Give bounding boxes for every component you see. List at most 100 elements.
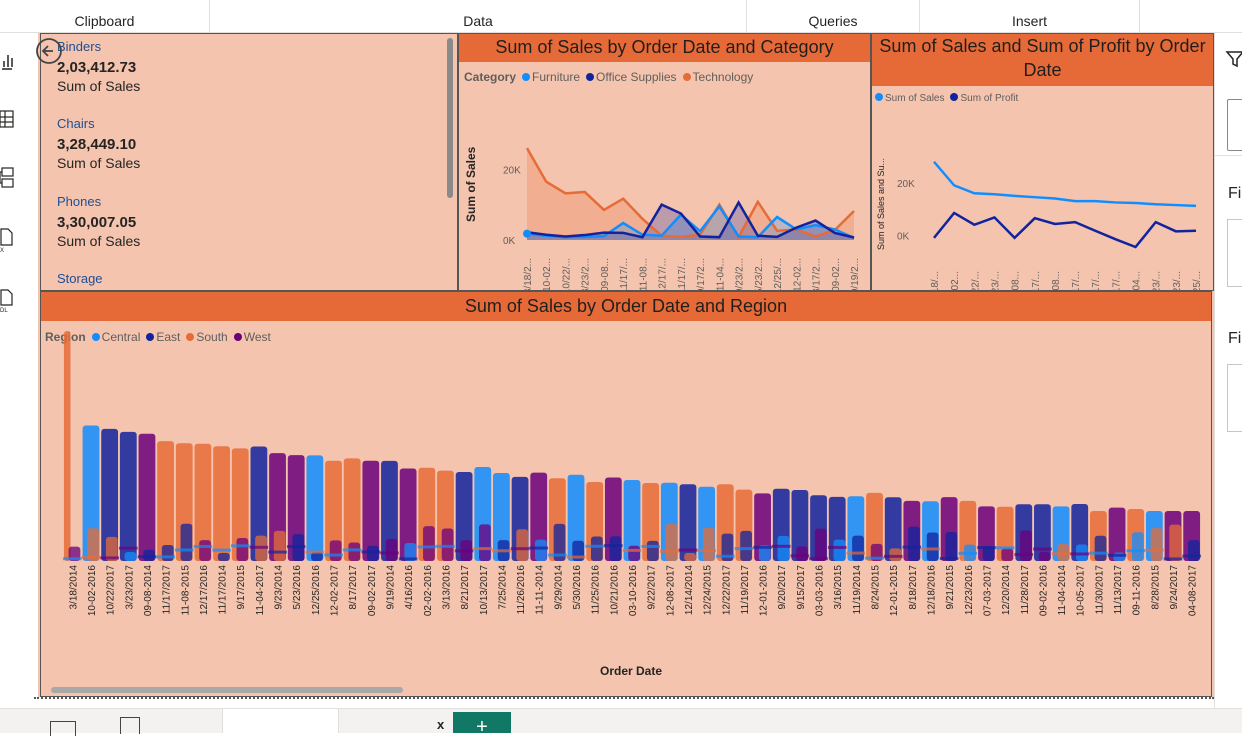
filter-well[interactable]: [1227, 219, 1242, 287]
add-page-button[interactable]: +: [453, 712, 511, 738]
area-band: [771, 544, 791, 548]
area-band: [118, 546, 138, 550]
area-band: [398, 557, 418, 561]
area-band: [193, 544, 213, 548]
dax-query-icon[interactable]: X: [0, 228, 13, 254]
area-band: [516, 529, 529, 561]
tmdl-view-icon[interactable]: DL: [0, 289, 13, 313]
x-tick-label: 9/22/2017: [647, 565, 658, 610]
area-band: [753, 545, 772, 549]
area-band: [311, 552, 323, 561]
x-tick-label: 5/30/2016: [572, 565, 583, 610]
x-tick-label: 9/21/2015: [945, 565, 956, 610]
back-arrow-icon[interactable]: [34, 36, 64, 66]
area-band: [119, 431, 137, 561]
x-tick-label: 11-08-2015: [180, 565, 191, 616]
x-tick-label: 09-08...: [600, 258, 611, 292]
series-line: [933, 211, 1197, 249]
x-tick-label: 10/22/...: [561, 258, 572, 292]
x-tick-label: 9/23/2...: [735, 258, 746, 292]
area-band: [659, 549, 679, 553]
area-band: [473, 547, 493, 551]
area-band: [846, 551, 866, 555]
area-band: [628, 545, 641, 561]
category-area-chart[interactable]: Sum of Sales by Order Date and Category …: [458, 33, 871, 292]
filters-pane: Fi Fi: [1214, 33, 1242, 708]
x-tick-label: 11/17/2014: [218, 565, 229, 615]
chart-plot: 0K 20K Sum of Sales and Su... 3/18/... 10-02…: [876, 158, 1203, 292]
area-band: [213, 446, 230, 561]
area-band: [809, 557, 828, 561]
area-band: [777, 535, 790, 561]
x-tick-label: 3/23/2...: [581, 258, 592, 292]
card-label: Sum of Sales: [57, 155, 141, 171]
page-nav-button[interactable]: [120, 717, 140, 734]
x-tick-label: 12/22/2017: [721, 565, 732, 615]
area-band: [380, 551, 399, 555]
card-category: Storage: [57, 271, 103, 286]
area-band: [1169, 524, 1182, 561]
model-view-icon[interactable]: [0, 167, 14, 188]
multi-row-card[interactable]: Binders 2,03,412.73 Sum of Sales Chairs …: [40, 33, 458, 291]
sales-profit-line-chart[interactable]: Sum of Sales and Sum of Profit by Order …: [871, 33, 1214, 292]
table-view-icon[interactable]: [0, 110, 14, 128]
y-tick-label: 20K: [503, 165, 521, 176]
area-band: [1145, 548, 1164, 552]
area-band: [902, 545, 922, 549]
x-tick-label: 9/17/2...: [696, 258, 707, 292]
x-tick-label: 12/17/...: [658, 258, 669, 292]
area-band: [236, 538, 249, 561]
x-tick-label: 3/23/2017: [124, 565, 135, 610]
y-tick-label: 0K: [503, 236, 516, 247]
area-band: [590, 536, 603, 561]
area-band: [740, 530, 752, 561]
area-band: [609, 536, 622, 561]
area-band: [814, 528, 827, 561]
area-band: [883, 554, 903, 558]
x-tick-label: 7/25/2014: [497, 565, 508, 610]
report-canvas: Binders 2,03,412.73 Sum of Sales Chairs …: [36, 33, 1214, 697]
report-view-icon[interactable]: [2, 55, 13, 70]
area-band: [417, 545, 437, 549]
chart-title: Sum of Sales by Order Date and Category: [459, 34, 870, 62]
card-item-binders: Binders 2,03,412.73 Sum of Sales: [57, 39, 140, 94]
x-tick-label: 11/17/...: [1031, 271, 1042, 292]
area-band: [641, 544, 660, 548]
x-tick-label: 02-02-2016: [423, 565, 434, 617]
page-nav-button[interactable]: [50, 721, 76, 736]
area-band: [342, 548, 362, 552]
x-tick-label: 3/23/...: [990, 271, 1001, 292]
area-band: [1038, 551, 1051, 561]
region-area-chart[interactable]: Sum of Sales by Order Date and Region Re…: [40, 291, 1212, 697]
area-band: [1187, 540, 1200, 561]
canvas-edge: [34, 697, 1214, 699]
area-band: [697, 549, 716, 553]
area-band: [157, 441, 175, 561]
area-band: [124, 551, 137, 561]
x-tick-label: 5/23/2...: [754, 258, 765, 292]
area-band: [1089, 551, 1108, 555]
search-box[interactable]: [1227, 99, 1242, 151]
ribbon: Clipboard Data Queries Insert: [0, 0, 1242, 33]
x-tick-label: 8/28/2015: [1150, 565, 1161, 610]
x-tick-label: 11-11-2014: [535, 565, 546, 615]
close-tab-icon[interactable]: x: [437, 717, 444, 732]
area-band: [622, 548, 642, 552]
x-tick-label: 07-03-2017: [982, 565, 993, 617]
view-rail: X DL: [0, 33, 30, 708]
area-band: [702, 527, 715, 561]
card-scrollbar[interactable]: [447, 38, 453, 198]
x-tick-label: 9/19/2...: [850, 258, 861, 292]
area-band: [646, 540, 659, 561]
x-tick-label: 11/17/2017: [162, 565, 173, 615]
filter-icon[interactable]: [1225, 49, 1242, 69]
ribbon-group-data: Data: [210, 0, 747, 32]
area-band: [1033, 547, 1052, 551]
card-item-chairs: Chairs 3,28,449.10 Sum of Sales: [57, 116, 140, 171]
filter-well[interactable]: [1227, 364, 1242, 432]
x-tick-label: 9/23/2014: [274, 565, 285, 610]
area-band: [1150, 528, 1163, 561]
page-tab[interactable]: [222, 709, 339, 733]
x-tick-label: 12/20/2014: [1001, 565, 1012, 615]
ribbon-group-label: Insert: [1011, 13, 1047, 29]
